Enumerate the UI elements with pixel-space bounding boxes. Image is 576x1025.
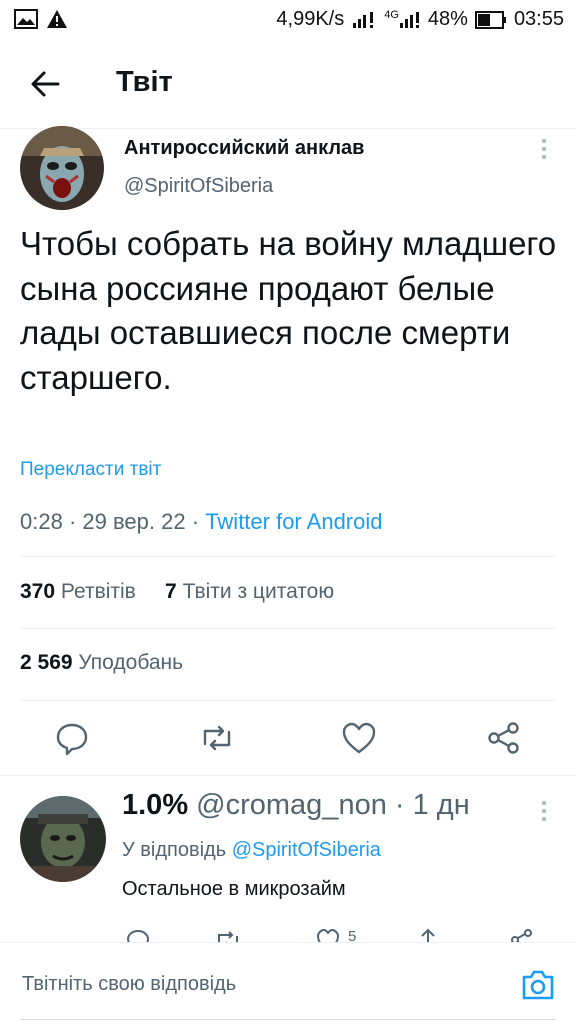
share-icon [488,722,519,754]
meta-separator: · [68,509,77,534]
replying-to-label: У відповідь [122,839,227,861]
tweet-meta: 0:28 · 29 вер. 22 · Twitter for Android [20,509,383,535]
more-options-button[interactable] [538,136,550,164]
reply-more-options-button[interactable] [538,798,550,826]
battery-percent: 48% [427,8,468,30]
reply-author-name[interactable]: 1.0% [122,789,188,821]
network-type: 4G [384,8,399,21]
camera-button[interactable] [518,965,558,1005]
network-speed: 4,99K/s [276,8,345,30]
like-icon [342,722,376,754]
meta-separator: · [394,789,405,821]
quotes-count[interactable]: 7 [165,580,177,603]
author-handle[interactable]: @SpiritOfSiberia [124,175,273,198]
tweet-time: 0:28 [20,509,63,534]
avatar[interactable] [20,126,104,210]
header: Твіт [0,40,576,129]
replying-to: У відповідь @SpiritOfSiberia [122,839,381,862]
camera-icon [522,970,554,1000]
status-bar: 4,99K/s 4G 48% 03:55 [0,0,576,40]
reply-text: Остальное в микрозайм [122,878,346,900]
more-vertical-icon [542,139,546,159]
retweet-icon [203,725,231,751]
author-name[interactable]: Антироссийский анклав [124,137,364,160]
tweet-text: Чтобы собрать на войну младшего сына рос… [20,225,557,396]
likes-label[interactable]: Уподобань [78,651,183,674]
reply-header: 1.0% @cromag_non · 1 дн [122,789,470,822]
back-button[interactable] [24,62,68,106]
signal-4g-icon: 4G [384,8,421,30]
translate-link[interactable]: Перекласти твіт [20,459,161,481]
more-vertical-icon [542,801,546,821]
reply-button[interactable] [52,718,92,758]
divider [20,628,556,629]
reply-author-handle[interactable]: @cromag_non [196,789,387,821]
clock: 03:55 [513,8,564,30]
warning-icon [47,10,67,28]
divider [20,556,556,557]
reply-input[interactable]: Твітніть свою відповідь [22,973,236,996]
retweet-stats: 370 Ретвітів 7 Твіти з цитатою [20,580,334,604]
like-stats: 2 569 Уподобань [20,651,183,675]
like-button[interactable] [339,718,379,758]
quotes-label[interactable]: Твіти з цитатою [183,580,335,603]
arrow-left-icon [31,71,60,97]
divider [20,700,556,701]
tweet-source[interactable]: Twitter for Android [205,509,382,534]
battery-icon [474,10,506,29]
retweet-button[interactable] [197,718,237,758]
likes-count[interactable]: 2 569 [20,651,73,674]
input-underline [20,1019,556,1020]
page-title: Твіт [116,66,173,98]
retweets-count[interactable]: 370 [20,580,55,603]
share-button[interactable] [484,718,524,758]
image-icon [14,9,38,29]
meta-separator: · [191,509,200,534]
tweet-date: 29 вер. 22 [82,509,186,534]
reply-icon [56,723,88,756]
reply-time: 1 дн [412,789,470,821]
retweets-label[interactable]: Ретвітів [61,580,136,603]
reply-actions: 5 [110,922,550,944]
reply-avatar[interactable] [20,796,106,882]
compose-bar: Твітніть свою відповідь [0,942,576,1025]
divider [0,775,576,776]
replying-to-handle[interactable]: @SpiritOfSiberia [232,839,381,861]
signal-icon [353,11,374,28]
